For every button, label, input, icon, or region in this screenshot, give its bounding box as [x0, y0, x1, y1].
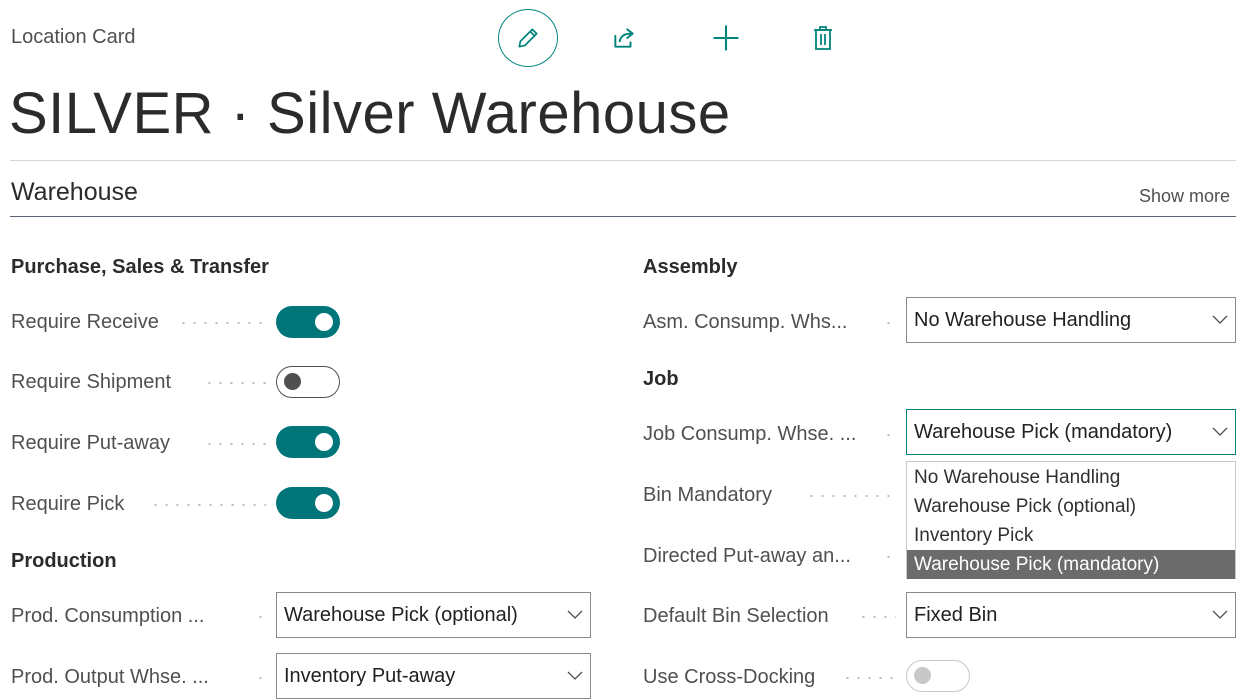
dropdown-option-selected[interactable]: Warehouse Pick (mandatory): [907, 550, 1235, 579]
group-assembly: Assembly: [643, 256, 738, 278]
edit-button[interactable]: [498, 9, 558, 67]
leader-dots: [255, 677, 267, 679]
section-divider: [10, 216, 1236, 217]
trash-icon: [814, 26, 832, 50]
section-title: Warehouse: [11, 178, 138, 206]
leader-dots: [858, 616, 896, 618]
require-shipment-label: Require Shipment: [11, 371, 172, 393]
asm-consump-value: No Warehouse Handling: [914, 308, 1132, 331]
asm-consump-select[interactable]: No Warehouse Handling: [906, 297, 1236, 343]
group-production: Production: [11, 550, 117, 572]
leader-dots: [883, 434, 895, 436]
leader-dots: [806, 495, 896, 497]
new-button[interactable]: [708, 20, 744, 56]
require-receive-label: Require Receive: [11, 311, 159, 333]
require-pick-label: Require Pick: [11, 493, 125, 515]
share-button[interactable]: [606, 20, 642, 56]
dropdown-option[interactable]: Warehouse Pick (optional): [907, 492, 1235, 521]
chevron-down-icon: [560, 610, 590, 620]
page-kind-label: Location Card: [11, 26, 136, 48]
toggle-knob: [914, 667, 931, 684]
prod-consumption-select[interactable]: Warehouse Pick (optional): [276, 592, 591, 638]
leader-dots: [255, 616, 267, 618]
require-putaway-label: Require Put-away: [11, 432, 170, 454]
require-pick-toggle[interactable]: [276, 487, 340, 519]
toggle-knob: [315, 494, 333, 512]
job-consump-value: Warehouse Pick (mandatory): [914, 420, 1173, 443]
require-shipment-toggle[interactable]: [276, 366, 340, 398]
prod-consumption-label: Prod. Consumption ...: [11, 605, 205, 627]
group-purchase-sales-transfer: Purchase, Sales & Transfer: [11, 256, 269, 278]
toggle-knob: [315, 433, 333, 451]
default-bin-label: Default Bin Selection: [643, 605, 829, 627]
share-icon: [614, 28, 634, 48]
default-bin-select[interactable]: Fixed Bin: [906, 592, 1236, 638]
leader-dots: [883, 556, 895, 558]
directed-putaway-label: Directed Put-away an...: [643, 545, 851, 567]
prod-output-value: Inventory Put-away: [284, 664, 456, 687]
delete-button[interactable]: [805, 20, 841, 56]
toggle-knob: [284, 373, 301, 390]
job-consump-select[interactable]: Warehouse Pick (mandatory): [906, 409, 1236, 455]
leader-dots: [204, 443, 266, 445]
toggle-knob: [315, 313, 333, 331]
chevron-down-icon: [560, 671, 590, 681]
chevron-down-icon: [1205, 610, 1235, 620]
pencil-icon: [518, 28, 538, 48]
chevron-down-icon: [1205, 427, 1235, 437]
page-title: SILVER · Silver Warehouse: [9, 81, 731, 146]
chevron-down-icon: [1205, 315, 1235, 325]
require-putaway-toggle[interactable]: [276, 426, 340, 458]
leader-dots: [204, 382, 266, 384]
leader-dots: [150, 504, 266, 506]
prod-output-label: Prod. Output Whse. ...: [11, 666, 209, 688]
leader-dots: [883, 322, 895, 324]
cross-docking-toggle[interactable]: [906, 660, 970, 692]
prod-consumption-value: Warehouse Pick (optional): [284, 603, 518, 626]
dropdown-option[interactable]: No Warehouse Handling: [907, 463, 1235, 492]
group-job: Job: [643, 368, 679, 390]
job-consump-label: Job Consump. Whse. ...: [643, 423, 857, 445]
default-bin-value: Fixed Bin: [914, 603, 998, 626]
leader-dots: [842, 677, 896, 679]
require-receive-toggle[interactable]: [276, 306, 340, 338]
job-consump-dropdown-list: No Warehouse Handling Warehouse Pick (op…: [906, 461, 1236, 579]
leader-dots: [178, 322, 266, 324]
dropdown-option[interactable]: Inventory Pick: [907, 521, 1235, 550]
prod-output-select[interactable]: Inventory Put-away: [276, 653, 591, 699]
show-more-link[interactable]: Show more: [1139, 186, 1230, 207]
title-divider: [10, 160, 1236, 161]
cross-docking-label: Use Cross-Docking: [643, 666, 816, 688]
plus-icon: [713, 25, 739, 51]
asm-consump-label: Asm. Consump. Whs...: [643, 311, 848, 333]
bin-mandatory-label: Bin Mandatory: [643, 484, 772, 506]
